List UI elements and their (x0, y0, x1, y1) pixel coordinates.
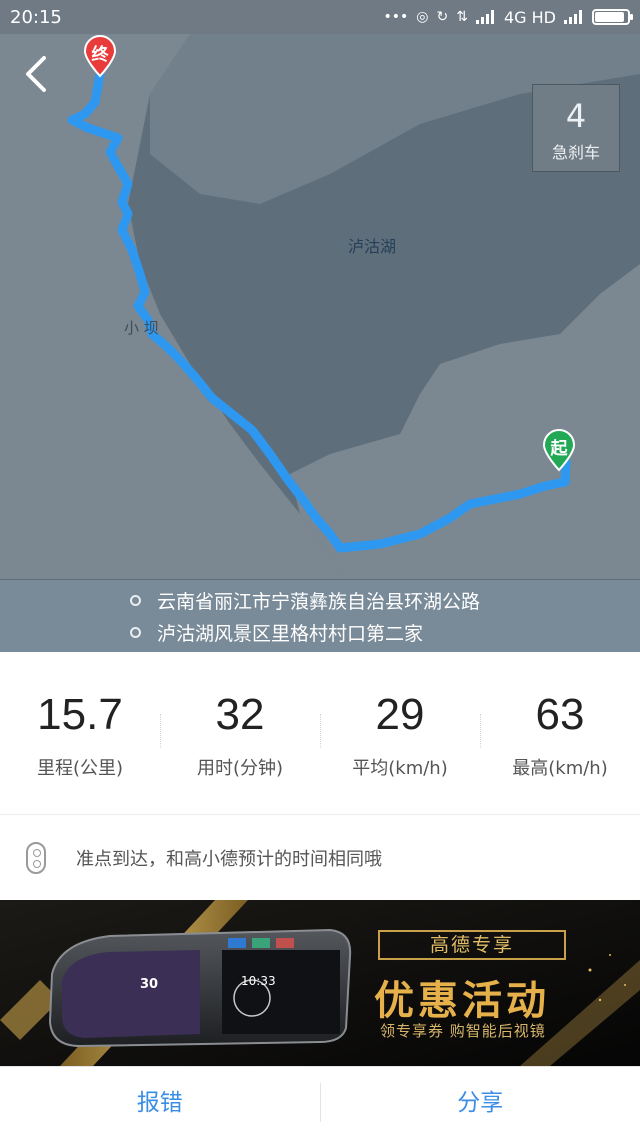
mirror-device (48, 928, 352, 1048)
data-arrows-icon: ⇅ (456, 9, 468, 25)
start-address: 云南省丽江市宁蒗彝族自治县环湖公路 (157, 590, 481, 613)
battery-icon (592, 9, 633, 25)
end-address-row: 泸沽湖风景区里格村村口第二家 (0, 617, 640, 647)
bottom-action-bar: 报错 分享 (0, 1066, 640, 1138)
end-marker-label: 终 (91, 45, 109, 65)
end-address: 泸沽湖风景区里格村村口第二家 (157, 622, 424, 645)
network-type: 4G HD (503, 7, 556, 27)
stat-value: 32 (215, 690, 265, 739)
sync-icon: ↻ (436, 9, 449, 25)
stat-average-speed: 29 平均(km/h) (320, 652, 480, 814)
banner-subtitle: 领专享券 购智能后视镜 (380, 1022, 546, 1040)
circle-icon (130, 594, 141, 606)
stat-value: 29 (375, 690, 425, 739)
hard-brake-card[interactable]: 4 急刹车 (532, 84, 620, 172)
mirror-time: 10:33 (241, 974, 276, 988)
stat-label: 用时(分钟) (196, 758, 284, 779)
share-button[interactable]: 分享 (321, 1067, 640, 1138)
battery-level (595, 12, 624, 22)
more-dots-icon: ••• (383, 9, 409, 25)
stat-value: 15.7 (37, 690, 123, 739)
stat-label: 里程(公里) (36, 758, 124, 779)
tip-text: 准点到达，和高小德预计的时间相同哦 (76, 848, 382, 870)
mirror-speed: 30 (140, 977, 159, 992)
report-error-button[interactable]: 报错 (0, 1067, 320, 1138)
stat-duration: 32 用时(分钟) (160, 652, 320, 814)
address-panel: 云南省丽江市宁蒗彝族自治县环湖公路 泸沽湖风景区里格村村口第二家 (0, 580, 640, 652)
stat-label: 平均(km/h) (352, 758, 448, 779)
chevron-left-icon (26, 56, 46, 92)
start-address-row: 云南省丽江市宁蒗彝族自治县环湖公路 (0, 585, 640, 615)
lake-label: 泸沽湖 (348, 237, 397, 256)
signal-icon (475, 10, 494, 24)
arrival-tip: 准点到达，和高小德预计的时间相同哦 (0, 814, 640, 900)
wifi-hotspot-icon: ◎ (416, 9, 429, 25)
promo-banner[interactable]: 30 10:33 高德专享 优惠活动 领专享券 购智能后视镜 (0, 900, 640, 1066)
end-marker: 终 (82, 34, 118, 78)
town-label: 小 坝 (124, 319, 159, 337)
start-marker: 起 (541, 428, 577, 472)
status-time: 20:15 (10, 6, 62, 28)
signal-icon (564, 10, 582, 24)
status-icons: ••• ◎ ↻ ⇅ 4G HD (383, 7, 633, 27)
hard-brake-count: 4 (565, 97, 587, 135)
status-bar: 20:15 ••• ◎ ↻ ⇅ 4G HD (0, 0, 640, 34)
stat-label: 最高(km/h) (512, 758, 608, 779)
hard-brake-label: 急刹车 (551, 143, 600, 162)
trip-stats: 15.7 里程(公里) 32 用时(分钟) 29 平均(km/h) 63 最高(… (0, 652, 640, 814)
circle-icon (130, 626, 141, 638)
back-button[interactable] (18, 52, 58, 96)
route-map[interactable]: 4 急刹车 泸沽湖 小 坝 终 起 云南省丽江市宁蒗彝族自治县环湖公路 泸沽湖风… (0, 34, 640, 652)
banner-title: 优惠活动 (374, 978, 550, 1024)
stat-distance: 15.7 里程(公里) (0, 652, 160, 814)
stat-max-speed: 63 最高(km/h) (480, 652, 640, 814)
traffic-light-icon (26, 841, 46, 874)
start-marker-label: 起 (550, 439, 568, 459)
stat-value: 63 (535, 690, 585, 739)
banner-tag: 高德专享 (378, 930, 566, 960)
